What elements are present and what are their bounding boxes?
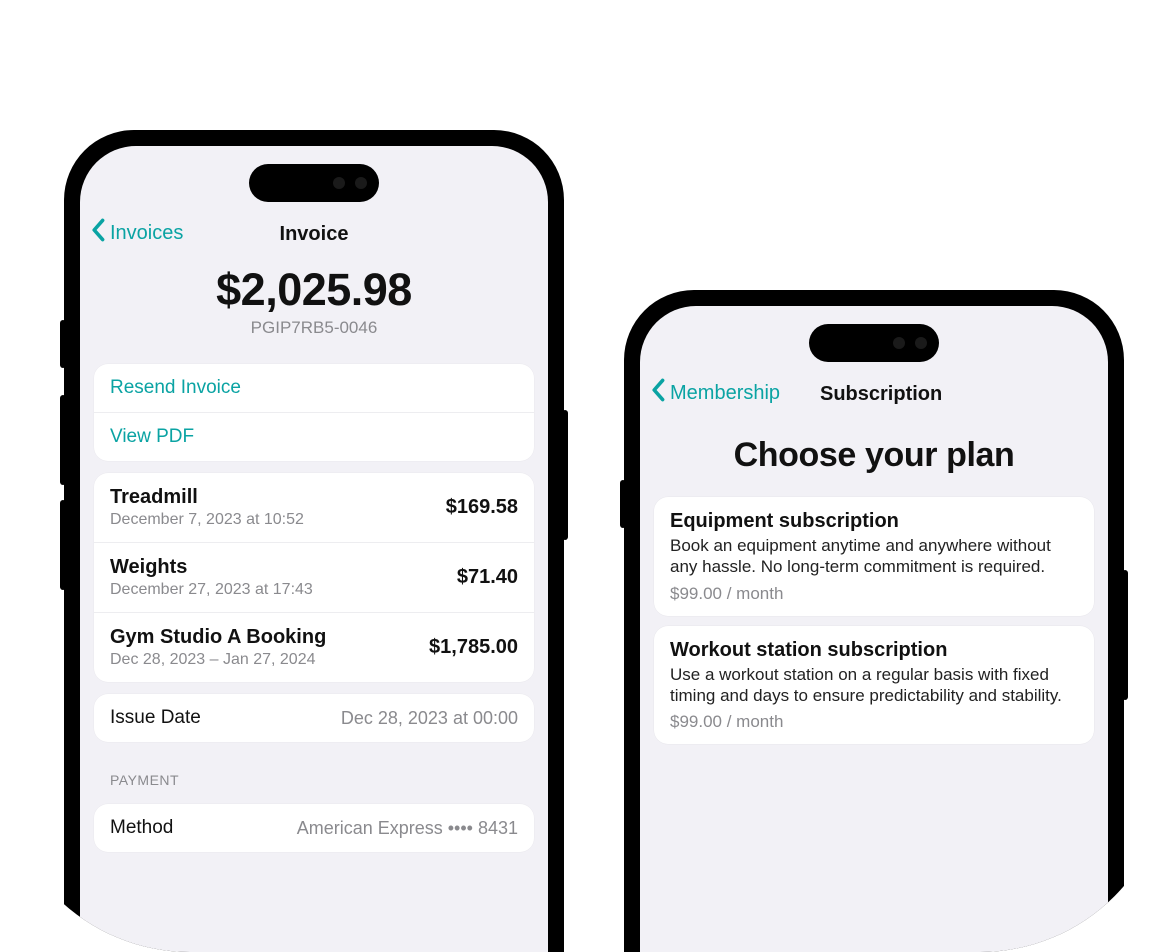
phone-side-button: [60, 395, 66, 485]
plan-heading: Choose your plan: [640, 416, 1108, 487]
plan-option-workout-station[interactable]: Workout station subscription Use a worko…: [654, 626, 1094, 745]
plan-description: Book an equipment anytime and anywhere w…: [670, 535, 1078, 578]
line-items-card: Treadmill December 7, 2023 at 10:52 $169…: [94, 473, 534, 682]
payment-method-value: American Express •••• 8431: [297, 818, 518, 839]
chevron-left-icon: [90, 218, 108, 248]
payment-section-label: PAYMENT: [80, 754, 548, 792]
plan-option-equipment[interactable]: Equipment subscription Book an equipment…: [654, 497, 1094, 616]
payment-method-row[interactable]: Method American Express •••• 8431: [94, 804, 534, 852]
item-subtitle: December 27, 2023 at 17:43: [110, 581, 313, 599]
item-subtitle: Dec 28, 2023 – Jan 27, 2024: [110, 651, 326, 669]
phone-side-button: [60, 320, 66, 368]
dynamic-island: [809, 324, 939, 362]
back-label: Invoices: [110, 222, 183, 245]
line-item[interactable]: Weights December 27, 2023 at 17:43 $71.4…: [94, 543, 534, 613]
chevron-left-icon: [650, 378, 668, 408]
view-pdf-label: View PDF: [110, 426, 194, 448]
line-item[interactable]: Treadmill December 7, 2023 at 10:52 $169…: [94, 473, 534, 543]
item-price: $71.40: [457, 566, 518, 589]
issue-date-card: Issue Date Dec 28, 2023 at 00:00: [94, 694, 534, 742]
plan-description: Use a workout station on a regular basis…: [670, 664, 1078, 707]
invoice-total: $2,025.98 PGIP7RB5-0046: [80, 256, 548, 352]
phone-side-button: [1122, 570, 1128, 700]
back-button[interactable]: Membership: [650, 378, 780, 408]
plan-title: Workout station subscription: [670, 639, 1078, 662]
item-title: Gym Studio A Booking: [110, 626, 326, 649]
phone-side-button: [60, 500, 66, 590]
invoice-reference: PGIP7RB5-0046: [80, 318, 548, 338]
issue-date-row: Issue Date Dec 28, 2023 at 00:00: [94, 694, 534, 742]
item-subtitle: December 7, 2023 at 10:52: [110, 511, 304, 529]
resend-label: Resend Invoice: [110, 377, 241, 399]
item-title: Weights: [110, 556, 313, 579]
invoice-actions-card: Resend Invoice View PDF: [94, 364, 534, 461]
issue-date-value: Dec 28, 2023 at 00:00: [341, 708, 518, 729]
back-label: Membership: [670, 382, 780, 405]
phone-subscription: Membership Subscription Choose your plan…: [624, 290, 1124, 952]
plan-title: Equipment subscription: [670, 510, 1078, 533]
phone-side-button: [620, 480, 626, 528]
dynamic-island: [249, 164, 379, 202]
marketing-canvas: Invoices Invoice $2,025.98 PGIP7RB5-0046…: [0, 0, 1170, 952]
item-title: Treadmill: [110, 486, 304, 509]
invoice-amount: $2,025.98: [80, 264, 548, 316]
phone-side-button: [562, 410, 568, 540]
issue-date-label: Issue Date: [110, 707, 201, 729]
line-item[interactable]: Gym Studio A Booking Dec 28, 2023 – Jan …: [94, 613, 534, 682]
payment-method-label: Method: [110, 817, 173, 839]
payment-card: Method American Express •••• 8431: [94, 804, 534, 852]
phone-invoice: Invoices Invoice $2,025.98 PGIP7RB5-0046…: [64, 130, 564, 952]
back-button[interactable]: Invoices: [90, 218, 183, 248]
item-price: $1,785.00: [429, 636, 518, 659]
plan-price: $99.00 / month: [670, 712, 1078, 732]
view-pdf-button[interactable]: View PDF: [94, 413, 534, 461]
item-price: $169.58: [446, 496, 518, 519]
plan-price: $99.00 / month: [670, 584, 1078, 604]
resend-invoice-button[interactable]: Resend Invoice: [94, 364, 534, 413]
